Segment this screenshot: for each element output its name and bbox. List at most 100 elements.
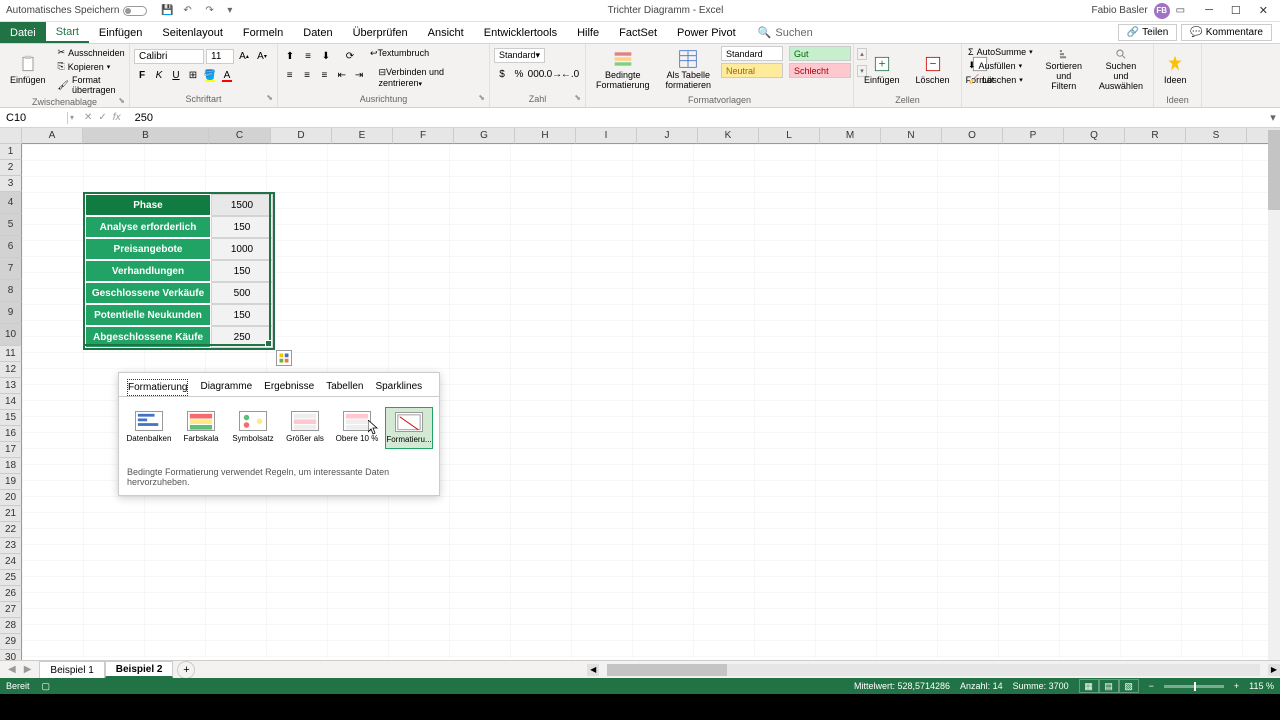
select-all-cells[interactable] — [0, 128, 22, 144]
row-header-22[interactable]: 22 — [0, 522, 22, 538]
table-value-cell[interactable]: 1500 — [211, 194, 273, 216]
align-bottom-icon[interactable]: ⬇ — [318, 48, 334, 64]
qat-customize-icon[interactable]: ▾ — [227, 5, 239, 17]
row-header-15[interactable]: 15 — [0, 410, 22, 426]
row-header-16[interactable]: 16 — [0, 426, 22, 442]
find-select-button[interactable]: Suchen und Auswählen — [1093, 46, 1149, 94]
align-top-icon[interactable]: ⬆ — [282, 48, 298, 64]
hscroll-left[interactable]: ◀ — [587, 664, 599, 676]
font-color-button[interactable]: A — [219, 67, 235, 83]
col-header-q[interactable]: Q — [1064, 128, 1125, 144]
delete-cells-button[interactable]: −Löschen — [910, 46, 956, 94]
tab-start[interactable]: Start — [46, 22, 89, 43]
row-header-28[interactable]: 28 — [0, 618, 22, 634]
col-header-o[interactable]: O — [942, 128, 1003, 144]
row-header-27[interactable]: 27 — [0, 602, 22, 618]
zoom-in-icon[interactable]: + — [1234, 681, 1239, 691]
row-header-9[interactable]: 9 — [0, 302, 22, 324]
increase-font-icon[interactable]: A▴ — [236, 48, 252, 64]
qa-tab-sparklines[interactable]: Sparklines — [375, 379, 422, 396]
qa-option-datenbalken[interactable]: Datenbalken — [125, 407, 173, 449]
sheet-nav-next[interactable]: ▶ — [24, 664, 32, 675]
table-value-cell[interactable]: 150 — [211, 260, 273, 282]
row-header-20[interactable]: 20 — [0, 490, 22, 506]
italic-button[interactable]: K — [151, 67, 167, 83]
row-header-26[interactable]: 26 — [0, 586, 22, 602]
font-launcher[interactable]: ⬊ — [266, 93, 273, 102]
border-button[interactable]: ⊞ — [185, 67, 201, 83]
table-value-cell[interactable]: 150 — [211, 304, 273, 326]
horizontal-scrollbar[interactable] — [607, 664, 1260, 676]
style-gut[interactable]: Gut — [789, 46, 851, 61]
style-neutral[interactable]: Neutral — [721, 63, 783, 78]
table-label-cell[interactable]: Geschlossene Verkäufe — [85, 282, 211, 304]
table-value-cell[interactable]: 150 — [211, 216, 273, 238]
undo-icon[interactable]: ↶ — [183, 5, 195, 17]
increase-indent-icon[interactable]: ⇥ — [351, 67, 366, 83]
row-header-8[interactable]: 8 — [0, 280, 22, 302]
tab-hilfe[interactable]: Hilfe — [567, 22, 609, 43]
row-header-21[interactable]: 21 — [0, 506, 22, 522]
add-sheet-button[interactable]: + — [177, 661, 195, 679]
percent-format-icon[interactable]: % — [511, 66, 527, 82]
row-header-19[interactable]: 19 — [0, 474, 22, 490]
font-size-select[interactable]: 11 — [206, 49, 234, 64]
qa-option-farbskala[interactable]: Farbskala — [177, 407, 225, 449]
row-header-5[interactable]: 5 — [0, 214, 22, 236]
autosum-button[interactable]: ΣAutoSumme▾ — [966, 46, 1035, 58]
col-header-i[interactable]: I — [576, 128, 637, 144]
fill-color-button[interactable]: 🪣 — [202, 67, 218, 83]
ribbon-display-icon[interactable]: ▭ — [1176, 5, 1185, 16]
row-header-7[interactable]: 7 — [0, 258, 22, 280]
conditional-formatting-button[interactable]: Bedingte Formatierung — [590, 46, 656, 94]
qa-tab-tabellen[interactable]: Tabellen — [326, 379, 363, 396]
row-header-17[interactable]: 17 — [0, 442, 22, 458]
close-icon[interactable]: ✕ — [1259, 4, 1268, 17]
decrease-indent-icon[interactable]: ⇤ — [334, 67, 349, 83]
col-header-g[interactable]: G — [454, 128, 515, 144]
vertical-scrollbar[interactable] — [1268, 130, 1280, 686]
avatar[interactable]: FB — [1154, 3, 1170, 19]
table-value-cell[interactable]: 250 — [211, 326, 273, 348]
fill-button[interactable]: ⬇Ausfüllen▾ — [966, 59, 1035, 72]
row-header-6[interactable]: 6 — [0, 236, 22, 258]
row-header-14[interactable]: 14 — [0, 394, 22, 410]
minimize-icon[interactable]: ─ — [1205, 4, 1213, 17]
sort-filter-button[interactable]: Sortieren und Filtern — [1039, 46, 1089, 94]
col-header-r[interactable]: R — [1125, 128, 1186, 144]
ideas-button[interactable]: Ideen — [1158, 46, 1193, 94]
decrease-decimal-icon[interactable]: ←.0 — [562, 66, 578, 82]
row-header-13[interactable]: 13 — [0, 378, 22, 394]
qa-tab-formatierung[interactable]: Formatierung — [127, 379, 188, 396]
format-painter-button[interactable]: 🖌Format übertragen — [56, 74, 127, 96]
table-label-cell[interactable]: Preisangebote — [85, 238, 211, 260]
clear-button[interactable]: 🧹Löschen▾ — [966, 73, 1035, 86]
tab-datei[interactable]: Datei — [0, 22, 46, 43]
table-label-cell[interactable]: Analyse erforderlich — [85, 216, 211, 238]
qa-tab-ergebnisse[interactable]: Ergebnisse — [264, 379, 314, 396]
view-page-layout-icon[interactable]: ▤ — [1099, 679, 1119, 693]
row-header-25[interactable]: 25 — [0, 570, 22, 586]
tab-entwicklertools[interactable]: Entwicklertools — [474, 22, 567, 43]
col-header-f[interactable]: F — [393, 128, 454, 144]
number-launcher[interactable]: ⬊ — [574, 93, 581, 102]
save-icon[interactable]: 💾 — [161, 5, 173, 17]
col-header-h[interactable]: H — [515, 128, 576, 144]
qa-tab-diagramme[interactable]: Diagramme — [200, 379, 252, 396]
formula-bar[interactable]: 250 — [129, 112, 1266, 124]
align-left-icon[interactable]: ≡ — [282, 67, 297, 83]
style-standard[interactable]: Standard — [721, 46, 783, 61]
zoom-level[interactable]: 115 % — [1249, 681, 1274, 691]
formula-expand-icon[interactable]: ▾ — [1266, 111, 1280, 124]
tab-daten[interactable]: Daten — [293, 22, 342, 43]
table-label-cell[interactable]: Phase — [85, 194, 211, 216]
col-header-s[interactable]: S — [1186, 128, 1247, 144]
align-middle-icon[interactable]: ≡ — [300, 48, 316, 64]
copy-button[interactable]: ⎘Kopieren▾ — [56, 60, 127, 73]
merge-button[interactable]: ⊟Verbinden und zentrieren▾ — [378, 67, 485, 88]
row-header-2[interactable]: 2 — [0, 160, 22, 176]
row-header-29[interactable]: 29 — [0, 634, 22, 650]
accounting-format-icon[interactable]: $ — [494, 66, 510, 82]
format-as-table-button[interactable]: Als Tabelle formatieren — [660, 46, 718, 94]
decrease-font-icon[interactable]: A▾ — [254, 48, 270, 64]
